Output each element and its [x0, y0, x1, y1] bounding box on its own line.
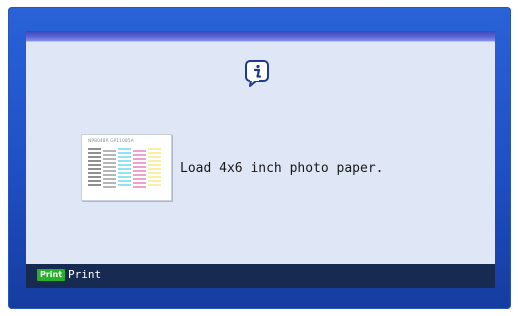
- thumbnail-label: NP8048R GP11085A: [88, 139, 134, 144]
- info-icon: [244, 59, 272, 89]
- panel-header-divider: [26, 41, 495, 42]
- paper-thumbnail: NP8048R GP11085A: [81, 134, 172, 201]
- footer-bar: Print Print: [26, 264, 495, 288]
- print-button-key[interactable]: Print: [37, 269, 66, 281]
- print-action-label: Print: [68, 268, 102, 281]
- instruction-message: Load 4x6 inch photo paper.: [180, 161, 384, 176]
- message-panel: NP8048R GP11085A: [26, 31, 495, 288]
- panel-header-band: [26, 31, 495, 41]
- nozzle-pattern-image: [88, 148, 161, 188]
